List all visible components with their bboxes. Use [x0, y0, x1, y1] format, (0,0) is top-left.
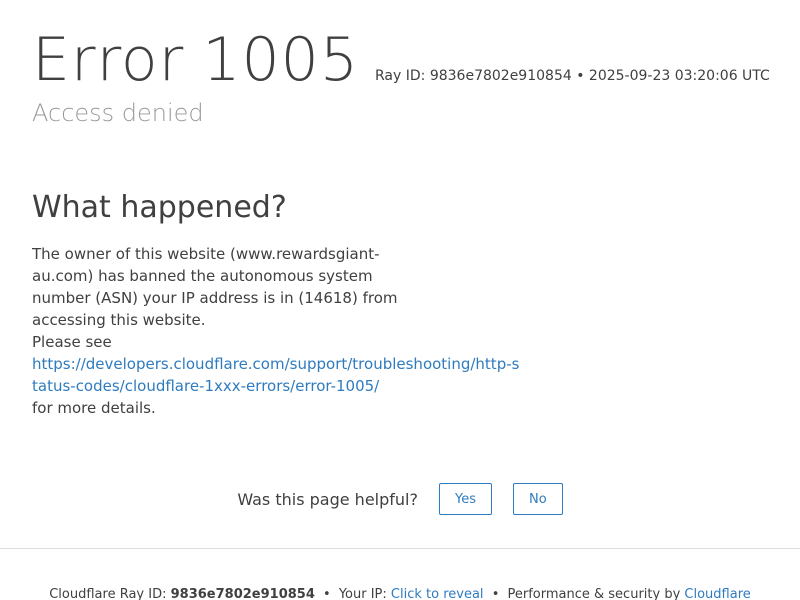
feedback-section: Was this page helpful? Yes No — [0, 483, 800, 515]
cloudflare-link[interactable]: Cloudflare — [684, 587, 750, 600]
ray-info: Ray ID: 9836e7802e910854 • 2025-09-23 03… — [375, 68, 770, 84]
footer-separator: • — [323, 587, 331, 600]
error-subtitle: Access denied — [32, 99, 204, 127]
please-see-text: Please see — [32, 333, 112, 351]
footer-ray-id: 9836e7802e910854 — [170, 587, 315, 600]
error-header: Error 1005 Ray ID: 9836e7802e910854 • 20… — [32, 24, 772, 128]
footer-separator: • — [491, 587, 500, 600]
error-page: Error 1005 Ray ID: 9836e7802e910854 • 20… — [0, 0, 800, 600]
footer: Cloudflare Ray ID: 9836e7802e910854 • Yo… — [0, 587, 800, 600]
documentation-link[interactable]: https://developers.cloudflare.com/suppor… — [32, 353, 522, 397]
footer-ip-label: Your IP: — [338, 587, 387, 600]
what-happened-heading: What happened? — [32, 190, 287, 225]
footer-divider — [0, 548, 800, 549]
error-description: The owner of this website (www.rewardsgi… — [32, 243, 519, 419]
footer-ray-label: Cloudflare Ray ID: — [49, 587, 167, 600]
feedback-no-button[interactable]: No — [512, 483, 563, 515]
feedback-yes-button[interactable]: Yes — [438, 483, 492, 515]
footer-perf-label: Performance & security by — [507, 587, 681, 600]
feedback-question: Was this page helpful? — [237, 489, 418, 509]
reveal-ip-link[interactable]: Click to reveal — [391, 587, 484, 600]
title-row: Error 1005 Ray ID: 9836e7802e910854 • 20… — [32, 24, 772, 96]
error-title-word: Error — [32, 25, 185, 95]
details-text: for more details. — [32, 399, 156, 417]
description-text: The owner of this website (www.rewardsgi… — [32, 245, 398, 329]
error-code: 1005 — [202, 25, 360, 95]
